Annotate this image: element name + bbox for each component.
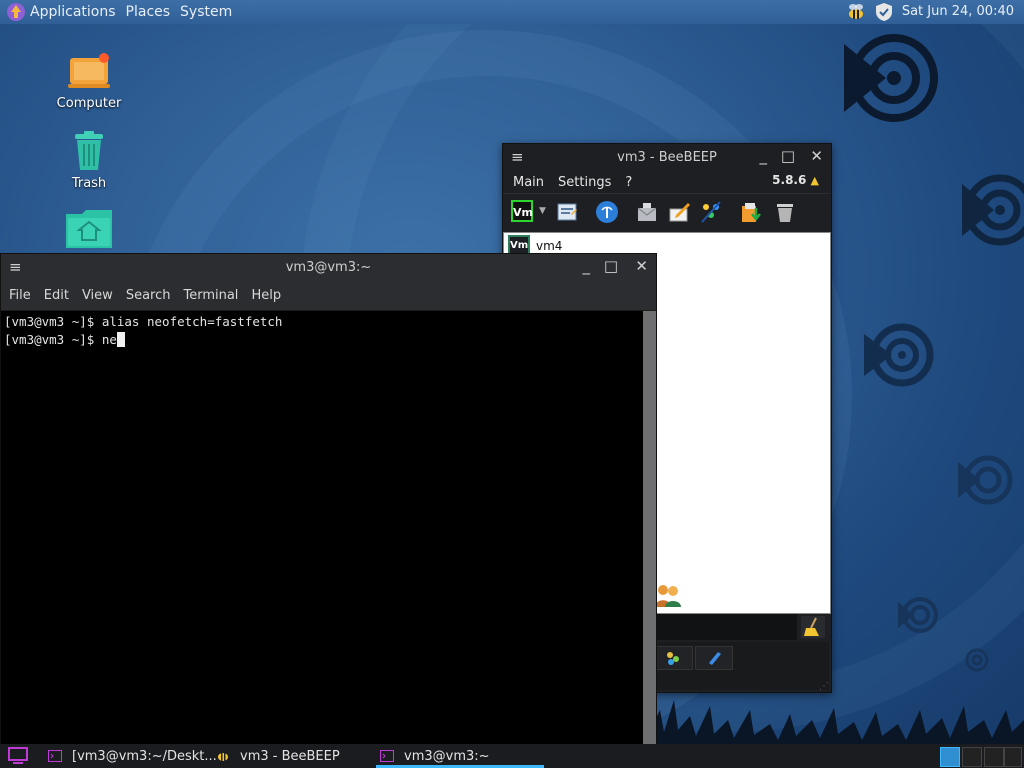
trash-icon	[75, 131, 103, 170]
bee-icon	[218, 753, 228, 761]
text-cursor	[116, 332, 125, 347]
menu-view[interactable]: View	[82, 288, 113, 303]
menu-applications[interactable]: Applications	[30, 4, 116, 20]
computer-icon	[68, 53, 110, 88]
compose-message-icon[interactable]	[667, 200, 691, 224]
menu-help[interactable]: ?	[625, 175, 632, 190]
wallpaper-logo-icon	[965, 648, 989, 672]
maximize-icon[interactable]: □	[604, 257, 618, 275]
desktop-icon-label: Trash	[71, 176, 107, 191]
close-icon[interactable]: ✕	[635, 257, 648, 275]
task-label: vm3 - BeeBEEP	[240, 748, 340, 764]
chat-input[interactable]	[653, 614, 797, 640]
window-menu-icon[interactable]: ≡	[9, 258, 22, 276]
wallpaper-logo-icon	[898, 597, 938, 633]
clear-broom-icon[interactable]	[801, 616, 825, 638]
group-chat-icon[interactable]	[699, 200, 723, 224]
task-beebeep[interactable]: vm3 - BeeBEEP	[216, 744, 340, 768]
status-button[interactable]: Vm	[511, 200, 533, 222]
network-icon[interactable]	[595, 200, 619, 224]
distro-logo-icon[interactable]	[6, 2, 26, 22]
close-icon[interactable]: ✕	[810, 147, 823, 165]
share-button[interactable]	[695, 646, 733, 670]
workspace-4[interactable]	[1004, 747, 1022, 767]
minimize-icon[interactable]: _	[760, 147, 768, 165]
user-name: vm4	[536, 239, 563, 253]
beebeep-toolbar: Vm ▼	[503, 193, 831, 230]
shield-icon[interactable]	[874, 2, 894, 22]
workspace-1[interactable]	[940, 747, 960, 767]
home-folder-icon	[66, 210, 112, 248]
envelope-icon[interactable]	[635, 200, 659, 224]
show-desktop-icon[interactable]	[8, 747, 28, 765]
beebeep-titlebar[interactable]: ≡ vm3 - BeeBEEP _ □ ✕	[503, 144, 831, 171]
workspace-3[interactable]	[984, 747, 1004, 767]
desktop: Applications Places System Sat Jun 24, 0…	[0, 0, 1024, 768]
task-label: [vm3@vm3:~/Deskt...	[72, 748, 217, 764]
resize-grip-icon[interactable]: ⋰	[819, 681, 829, 692]
terminal-window[interactable]: ≡ vm3@vm3:~ _ □ ✕ File Edit View Search …	[0, 253, 657, 747]
menu-settings[interactable]: Settings	[558, 175, 611, 190]
wallpaper-logo-icon	[844, 34, 938, 122]
menu-search[interactable]: Search	[126, 288, 171, 303]
taskbar: [vm3@vm3:~/Deskt... vm3 - BeeBEEP vm3@vm…	[0, 744, 1024, 768]
task-terminal-desktop[interactable]: [vm3@vm3:~/Deskt...	[48, 744, 217, 768]
terminal-icon	[380, 750, 394, 762]
contacts-card-icon[interactable]	[555, 200, 579, 224]
desktop-icon-label: Computer	[56, 96, 122, 111]
group-button[interactable]	[655, 646, 693, 670]
terminal-output[interactable]: [vm3@vm3 ~]$ alias neofetch=fastfetch [v…	[1, 311, 643, 746]
beebeep-menubar: Main Settings ? 5.8.6 ▲	[503, 171, 831, 193]
minimize-icon[interactable]: _	[583, 257, 591, 275]
menu-system[interactable]: System	[180, 4, 232, 20]
wallpaper-logo-icon	[864, 323, 934, 387]
beebeep-bottom-bar	[653, 642, 829, 690]
window-menu-icon[interactable]: ≡	[511, 148, 524, 166]
desktop-icon-home[interactable]	[44, 208, 134, 254]
chevron-down-icon[interactable]: ▼	[539, 206, 546, 216]
menu-main[interactable]: Main	[513, 175, 544, 190]
clock[interactable]: Sat Jun 24, 00:40	[902, 4, 1014, 19]
menu-edit[interactable]: Edit	[44, 288, 69, 303]
menu-file[interactable]: File	[9, 288, 31, 303]
users-icon[interactable]	[654, 583, 682, 607]
terminal-line: [vm3@vm3 ~]$ ne	[4, 331, 643, 349]
terminal-line: [vm3@vm3 ~]$ alias neofetch=fastfetch	[4, 314, 283, 329]
window-title: vm3 - BeeBEEP	[617, 150, 717, 165]
task-label: vm3@vm3:~	[404, 748, 490, 764]
bee-icon[interactable]	[846, 2, 866, 22]
desktop-icon-computer[interactable]: Computer	[44, 52, 134, 111]
version-label: 5.8.6 ▲	[772, 173, 819, 187]
maximize-icon[interactable]: □	[781, 147, 795, 165]
menu-terminal[interactable]: Terminal	[183, 288, 238, 303]
menu-places[interactable]: Places	[126, 4, 171, 20]
window-title: vm3@vm3:~	[285, 260, 372, 275]
wallpaper-logo-icon	[958, 455, 1013, 505]
terminal-icon	[48, 750, 62, 762]
scrollbar[interactable]	[643, 311, 656, 746]
top-panel: Applications Places System Sat Jun 24, 0…	[0, 0, 1024, 24]
terminal-menubar: File Edit View Search Terminal Help	[1, 281, 656, 311]
workspace-2[interactable]	[962, 747, 982, 767]
wallpaper-logo-icon	[962, 174, 1024, 246]
desktop-icon-trash[interactable]: Trash	[44, 130, 134, 191]
file-transfer-icon[interactable]	[739, 200, 763, 224]
terminal-titlebar[interactable]: ≡ vm3@vm3:~ _ □ ✕	[1, 254, 656, 281]
bee-icon: ▲	[810, 174, 819, 187]
menu-help[interactable]: Help	[251, 288, 281, 303]
trash-icon[interactable]	[773, 200, 797, 224]
